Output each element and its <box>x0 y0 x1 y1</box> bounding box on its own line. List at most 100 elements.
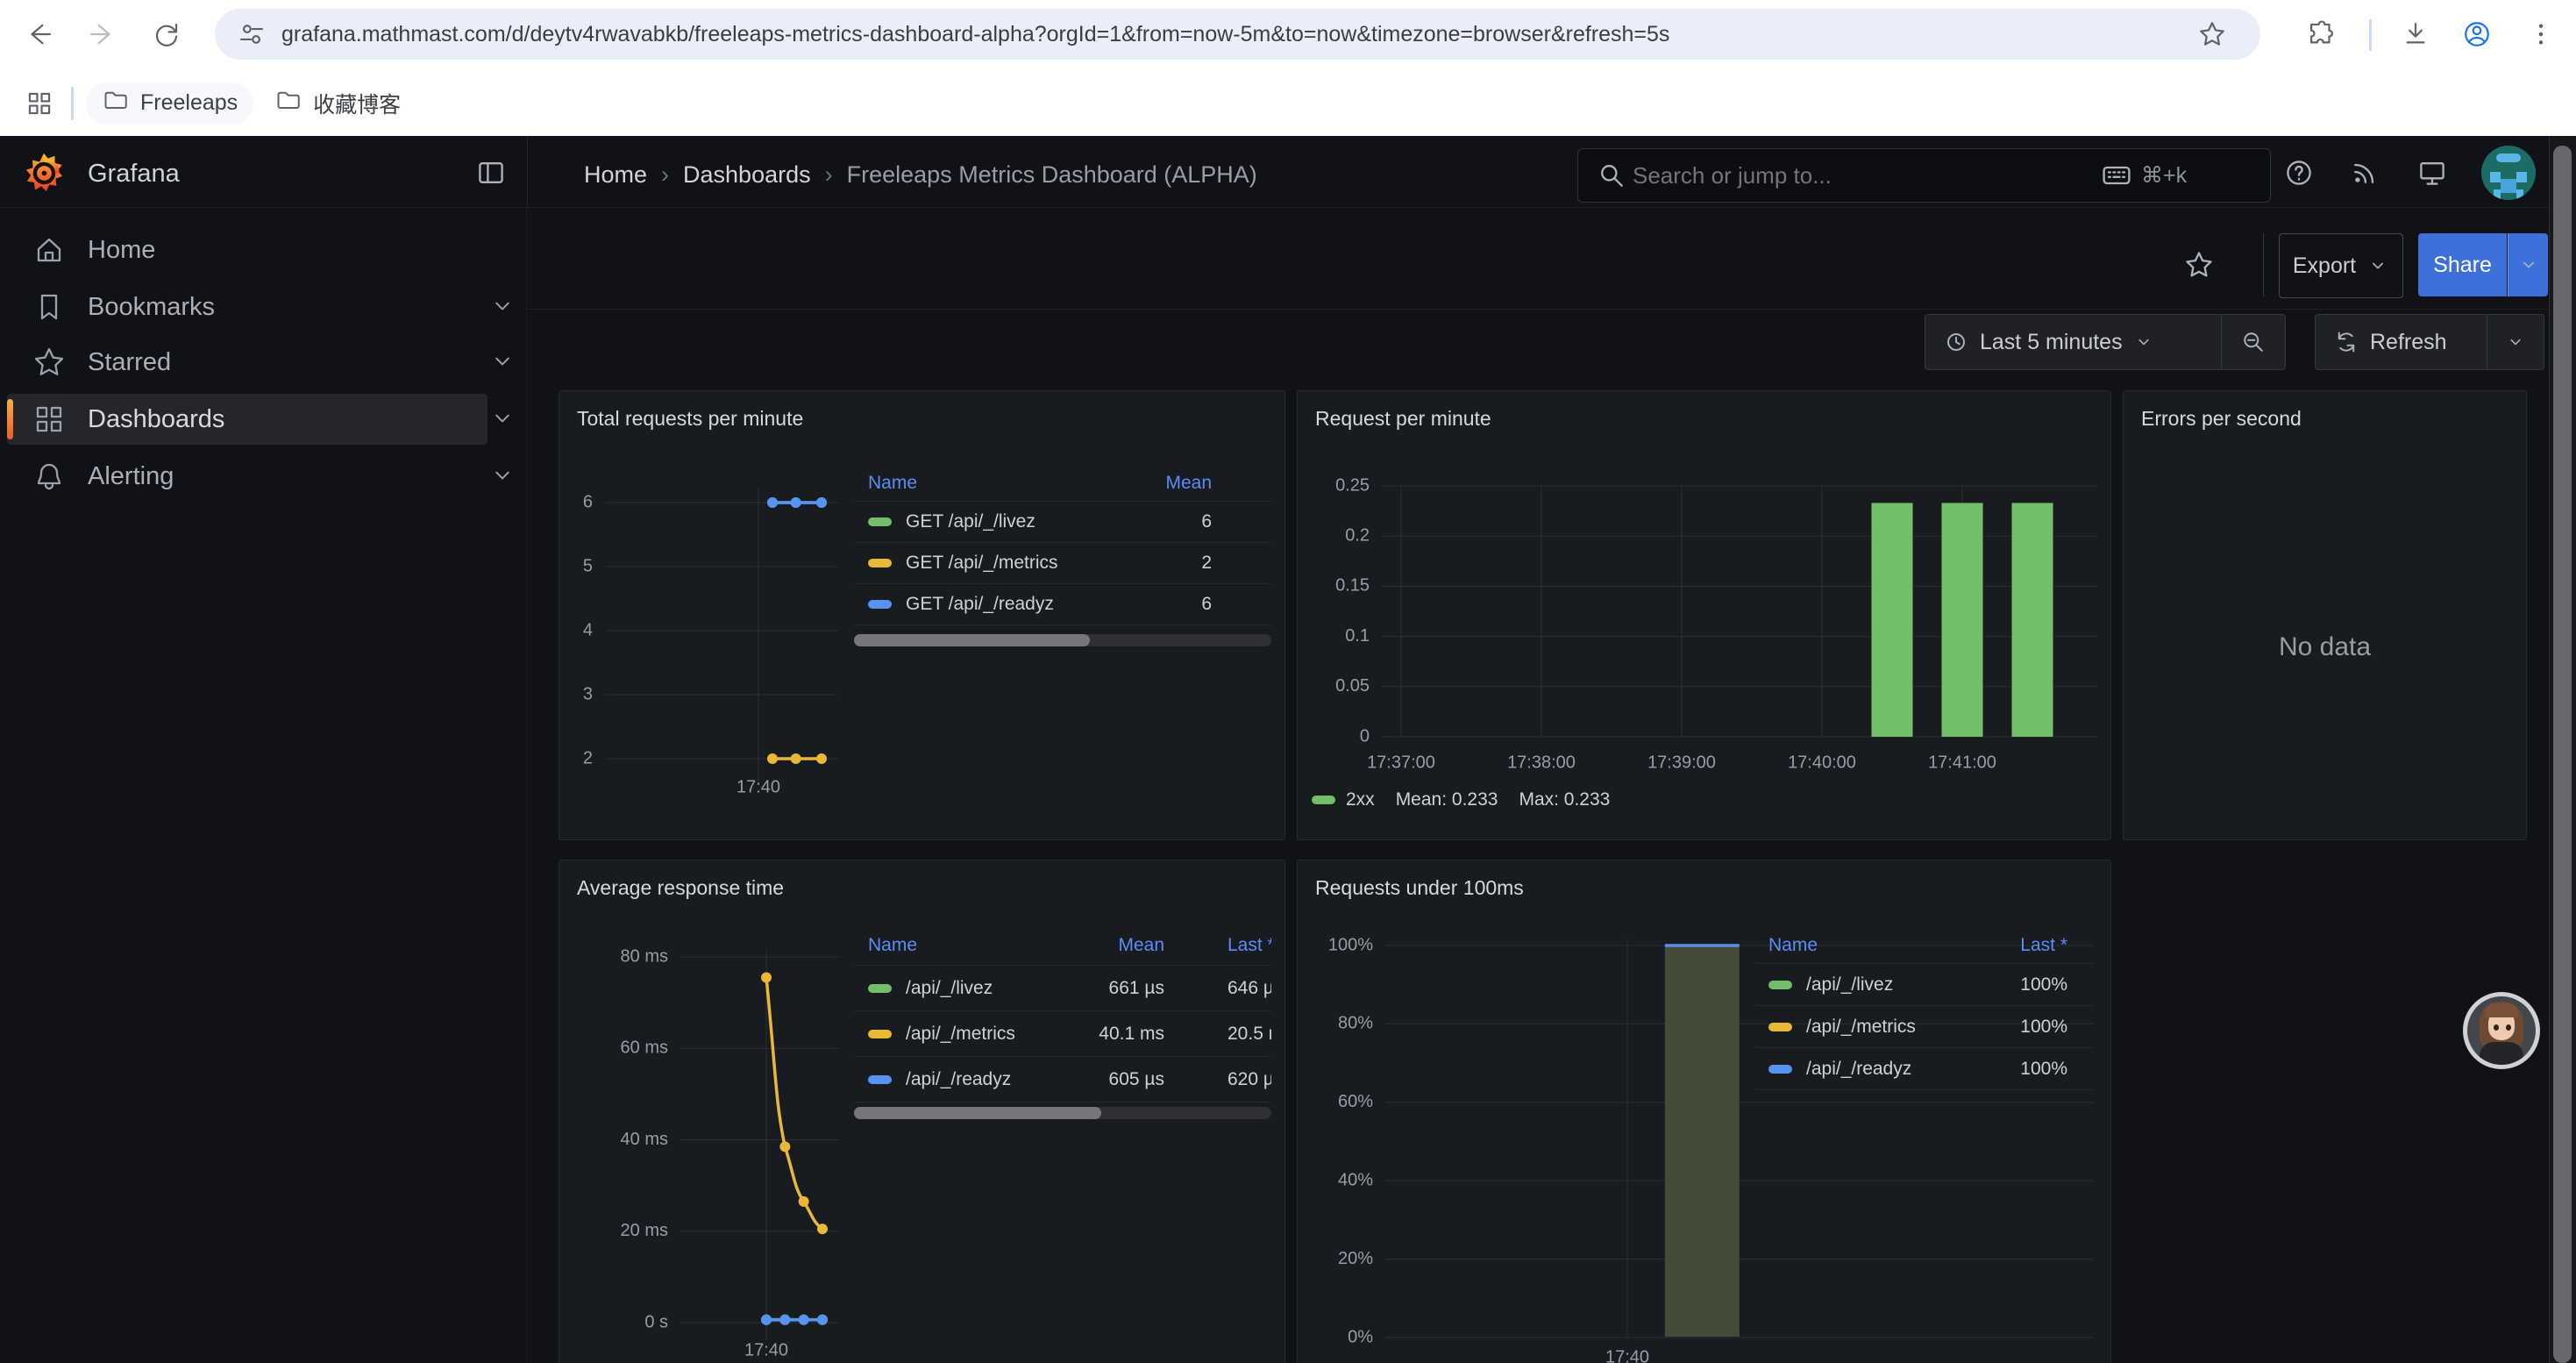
legend-table-row[interactable]: GET /api/_/metrics2 <box>854 543 1271 584</box>
legend-swatch <box>868 559 892 567</box>
nav-divider <box>527 136 528 207</box>
series-name: /api/_/livez <box>1806 974 1893 995</box>
news-rss-icon[interactable] <box>2345 153 2384 192</box>
bookmark-star-icon[interactable] <box>2195 17 2230 52</box>
search-field[interactable] <box>1631 161 2090 190</box>
legend-mean: Mean: 0.233 <box>1396 789 1498 810</box>
refresh-group: Refresh <box>2315 314 2544 370</box>
sidebar-item-dashboards[interactable]: Dashboards <box>7 394 487 445</box>
kiosk-border <box>527 309 2548 310</box>
series-value: 6 <box>1071 594 1271 615</box>
panel-errors-per-second: Errors per second No data <box>2123 390 2527 840</box>
series-value: 661 µs <box>1024 978 1228 999</box>
table-hscrollbar-track[interactable] <box>854 634 1271 646</box>
legend-table-row[interactable]: /api/_/readyz605 µs620 µs <box>854 1057 1271 1103</box>
kiosk-monitor-icon[interactable] <box>2413 153 2451 192</box>
chevron-down-icon <box>2517 253 2540 276</box>
sidebar-item-bookmarks[interactable]: Bookmarks <box>7 282 487 332</box>
breadcrumb-item[interactable]: Dashboards <box>683 161 811 189</box>
series-name: /api/_/readyz <box>906 1069 1011 1090</box>
page-scrollbar-thumb[interactable] <box>2553 146 2572 1363</box>
bookmark-item[interactable]: Freeleaps <box>86 82 253 125</box>
site-settings-icon[interactable] <box>234 17 269 52</box>
legend-swatch <box>868 600 892 609</box>
apps-icon <box>30 400 68 439</box>
assistant-avatar-image <box>2467 996 2536 1065</box>
bookmarks-bar: Freeleaps 收藏博客 <box>0 70 2576 136</box>
bookmark-label: 收藏博客 <box>313 88 401 119</box>
share-dropdown-button[interactable] <box>2508 233 2548 296</box>
legend-table-header: NameLast * <box>1754 928 2093 964</box>
breadcrumb-item[interactable]: Home <box>584 161 647 189</box>
legend-table-row[interactable]: GET /api/_/livez6 <box>854 502 1271 543</box>
panel-title[interactable]: Requests under 100ms <box>1315 876 1524 900</box>
legend-table-row[interactable]: /api/_/livez661 µs646 µs <box>854 966 1271 1011</box>
refresh-button[interactable]: Refresh <box>2316 315 2487 369</box>
refresh-interval-button[interactable] <box>2487 315 2544 369</box>
table-hscrollbar-thumb[interactable] <box>854 634 1090 646</box>
brand-label[interactable]: Grafana <box>88 160 180 189</box>
apps-grid-icon[interactable] <box>22 86 57 121</box>
legend-table-row[interactable]: GET /api/_/readyz6 <box>854 584 1271 625</box>
back-icon[interactable] <box>22 17 57 52</box>
sidebar-border <box>526 208 527 1363</box>
user-avatar[interactable] <box>2481 146 2536 200</box>
chevron-down-icon <box>2505 332 2526 353</box>
home-icon <box>30 231 68 269</box>
help-icon[interactable] <box>2280 153 2318 192</box>
star-dashboard-icon[interactable] <box>2180 246 2218 284</box>
profile-icon[interactable] <box>2459 17 2494 52</box>
legend-table-row[interactable]: /api/_/livez 100% <box>1754 964 2093 1006</box>
share-button[interactable]: Share <box>2418 233 2507 296</box>
url-bar[interactable]: grafana.mathmast.com/d/deytv4rwavabkb/fr… <box>215 9 2260 60</box>
forward-icon[interactable] <box>84 17 119 52</box>
search-shortcut: ⌘+k <box>2141 162 2187 189</box>
star-icon <box>30 343 68 382</box>
sidebar-item-home[interactable]: Home <box>7 225 487 275</box>
legend-table-row[interactable]: /api/_/readyz100% <box>1754 1048 2093 1090</box>
folder-icon <box>102 87 128 119</box>
chevron-down-icon[interactable] <box>487 403 519 435</box>
sidebar-item-starred[interactable]: Starred <box>7 337 487 388</box>
chevron-down-icon <box>2133 332 2154 353</box>
zoom-out-button[interactable] <box>2222 315 2285 369</box>
series-name: GET /api/_/metrics <box>906 553 1058 574</box>
panel-title[interactable]: Average response time <box>577 876 784 900</box>
chevron-down-icon[interactable] <box>487 291 519 323</box>
active-accent-bar <box>7 399 13 439</box>
url-text[interactable]: grafana.mathmast.com/d/deytv4rwavabkb/fr… <box>281 22 2193 47</box>
breadcrumb-separator: › <box>825 161 833 189</box>
legend-swatch <box>868 984 892 993</box>
column-header: Mean <box>1071 473 1271 494</box>
table-hscrollbar-track[interactable] <box>854 1107 1271 1119</box>
grafana-logo[interactable] <box>23 151 65 195</box>
legend-2xx[interactable]: 2xx Mean: 0.233 Max: 0.233 <box>1312 787 1610 813</box>
menu-kebab-icon[interactable] <box>2523 17 2558 52</box>
extensions-icon[interactable] <box>2304 17 2339 52</box>
search-input[interactable]: ⌘+k <box>1577 148 2271 203</box>
download-icon[interactable] <box>2398 17 2433 52</box>
chevron-down-icon[interactable] <box>487 460 519 492</box>
series-value: 646 µs <box>1228 978 1271 999</box>
legend-series-label[interactable]: 2xx <box>1346 789 1375 810</box>
panel-title[interactable]: Errors per second <box>2141 407 2302 431</box>
dock-menu-icon[interactable] <box>472 153 510 192</box>
assistant-avatar[interactable] <box>2463 992 2540 1069</box>
series-value: 100% <box>1945 974 2093 995</box>
table-hscrollbar-thumb[interactable] <box>854 1107 1101 1119</box>
export-label: Export <box>2293 253 2356 279</box>
legend-table-header: NameMean <box>854 466 1271 502</box>
export-button[interactable]: Export <box>2279 233 2403 298</box>
legend-table-row[interactable]: /api/_/metrics40.1 ms20.5 ms <box>854 1011 1271 1057</box>
series-name: GET /api/_/livez <box>906 511 1035 532</box>
sidebar-item-alerting[interactable]: Alerting <box>7 451 487 502</box>
reload-icon[interactable] <box>149 17 184 52</box>
panel-title[interactable]: Request per minute <box>1315 407 1491 431</box>
browser-toolbar: grafana.mathmast.com/d/deytv4rwavabkb/fr… <box>0 0 2576 70</box>
legend-table-row[interactable]: /api/_/metrics100% <box>1754 1006 2093 1048</box>
panel-title[interactable]: Total requests per minute <box>577 407 803 431</box>
bookmark-item[interactable]: 收藏博客 <box>259 82 416 125</box>
time-range-button[interactable]: Last 5 minutes <box>1925 315 2221 369</box>
breadcrumb-item[interactable]: Freeleaps Metrics Dashboard (ALPHA) <box>847 161 1257 189</box>
chevron-down-icon[interactable] <box>487 346 519 378</box>
